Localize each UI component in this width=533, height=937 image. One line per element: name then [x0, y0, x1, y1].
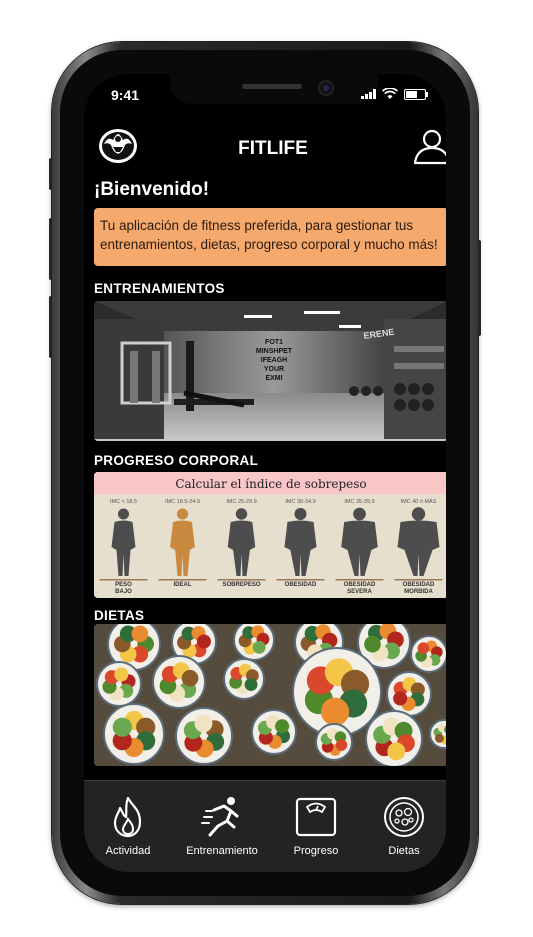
wifi-icon	[382, 88, 398, 99]
food-plate	[96, 661, 142, 707]
bmi-underline	[217, 579, 266, 581]
food-plate	[251, 709, 297, 755]
section-title-training: ENTRENAMIENTOS	[94, 281, 225, 296]
phone-bezel: 9:41 FITLIFE ¡Bienvenido! Tu aplicación …	[60, 50, 470, 896]
app-header: FITLIFE	[84, 128, 446, 172]
bottom-navigation: Actividad Entrenamiento Progreso Dietas	[84, 780, 446, 872]
food-bowl-icon	[384, 797, 424, 837]
food-plate	[410, 635, 446, 673]
bmi-underline	[394, 579, 443, 581]
bmi-chart-title: Calcular el índice de sobrepeso	[175, 477, 366, 491]
nav-activity-label: Actividad	[105, 845, 151, 857]
signal-icon	[361, 89, 376, 99]
running-person-icon	[201, 797, 239, 837]
food-plate	[292, 647, 382, 737]
welcome-heading: ¡Bienvenido!	[94, 179, 210, 200]
section-title-progress: PROGRESO CORPORAL	[94, 453, 259, 468]
bmi-range-label: IMC 35-39.9	[344, 499, 374, 505]
bmi-underline	[335, 579, 384, 581]
progress-card[interactable]: Calcular el índice de sobrepeso IMC < 18…	[94, 472, 446, 598]
food-plate	[315, 723, 353, 761]
bmi-range-label: IMC < 18.5	[110, 499, 137, 505]
wall-text-4: YOUR	[264, 366, 284, 373]
user-profile-icon[interactable]	[412, 126, 446, 166]
flame-icon	[113, 796, 142, 838]
bmi-range-label: IMC 25-29.9	[226, 499, 256, 505]
bmi-underline	[99, 579, 148, 581]
food-plate	[386, 671, 432, 717]
wall-text-5: EXMI	[265, 375, 282, 382]
nav-progress-label: Progreso	[293, 845, 339, 857]
bmi-category-label: IDEAL	[174, 582, 192, 588]
nav-training[interactable]: Entrenamiento	[182, 795, 262, 857]
wall-text-1: FOT1	[265, 339, 283, 346]
section-title-diets: DIETAS	[94, 608, 145, 623]
food-plate	[152, 655, 206, 709]
welcome-banner: Tu aplicación de fitness preferida, para…	[94, 208, 446, 266]
wall-text-3: IFEAGH	[261, 357, 287, 364]
bmi-category-label: PESO	[115, 582, 132, 588]
bmi-category-label: SEVERA	[347, 589, 372, 595]
healthy-food-image	[94, 624, 446, 766]
food-plate	[365, 710, 423, 766]
wall-text-2: MINSHPET	[256, 348, 293, 355]
bmi-underline	[276, 579, 325, 581]
phone-frame: 9:41 FITLIFE ¡Bienvenido! Tu aplicación …	[52, 42, 478, 904]
bmi-underline	[158, 579, 207, 581]
battery-icon	[404, 88, 428, 100]
front-camera	[318, 80, 334, 96]
nav-training-label: Entrenamiento	[186, 845, 258, 857]
training-card[interactable]: FOT1 MINSHPET IFEAGH YOUR EXMI ERENE	[94, 301, 446, 441]
app-screen: 9:41 FITLIFE ¡Bienvenido! Tu aplicación …	[84, 74, 446, 872]
status-icons	[361, 88, 428, 100]
nav-progress[interactable]: Progreso	[276, 795, 356, 857]
gym-image: FOT1 MINSHPET IFEAGH YOUR EXMI ERENE	[94, 301, 446, 441]
food-plate	[233, 624, 275, 661]
bmi-category-label: SOBREPESO	[222, 582, 260, 588]
status-time: 9:41	[111, 87, 140, 103]
food-plate	[103, 703, 165, 765]
bmi-range-label: IMC 40 ó MÁS	[401, 498, 437, 505]
nav-diets-label: Dietas	[388, 845, 420, 857]
nav-activity[interactable]: Actividad	[88, 795, 168, 857]
bmi-category-label: OBESIDAD	[344, 582, 376, 588]
bmi-category-label: MORBIDA	[404, 589, 433, 595]
bmi-range-label: IMC 30-34.9	[285, 499, 315, 505]
bmi-category-label: OBESIDAD	[285, 582, 317, 588]
bmi-range-label: IMC 18.5-24.9	[165, 499, 200, 505]
app-title: FITLIFE	[238, 138, 308, 159]
bmi-category-label: OBESIDAD	[403, 582, 435, 588]
diets-card[interactable]	[94, 624, 446, 766]
bmi-chart-image: Calcular el índice de sobrepeso IMC < 18…	[94, 472, 446, 598]
nav-diets[interactable]: Dietas	[364, 795, 444, 857]
speaker	[242, 84, 302, 89]
food-plate	[175, 707, 233, 765]
bmi-category-label: BAJO	[115, 589, 132, 595]
notch	[170, 74, 378, 104]
food-plate	[223, 658, 265, 700]
scale-icon	[295, 797, 337, 837]
